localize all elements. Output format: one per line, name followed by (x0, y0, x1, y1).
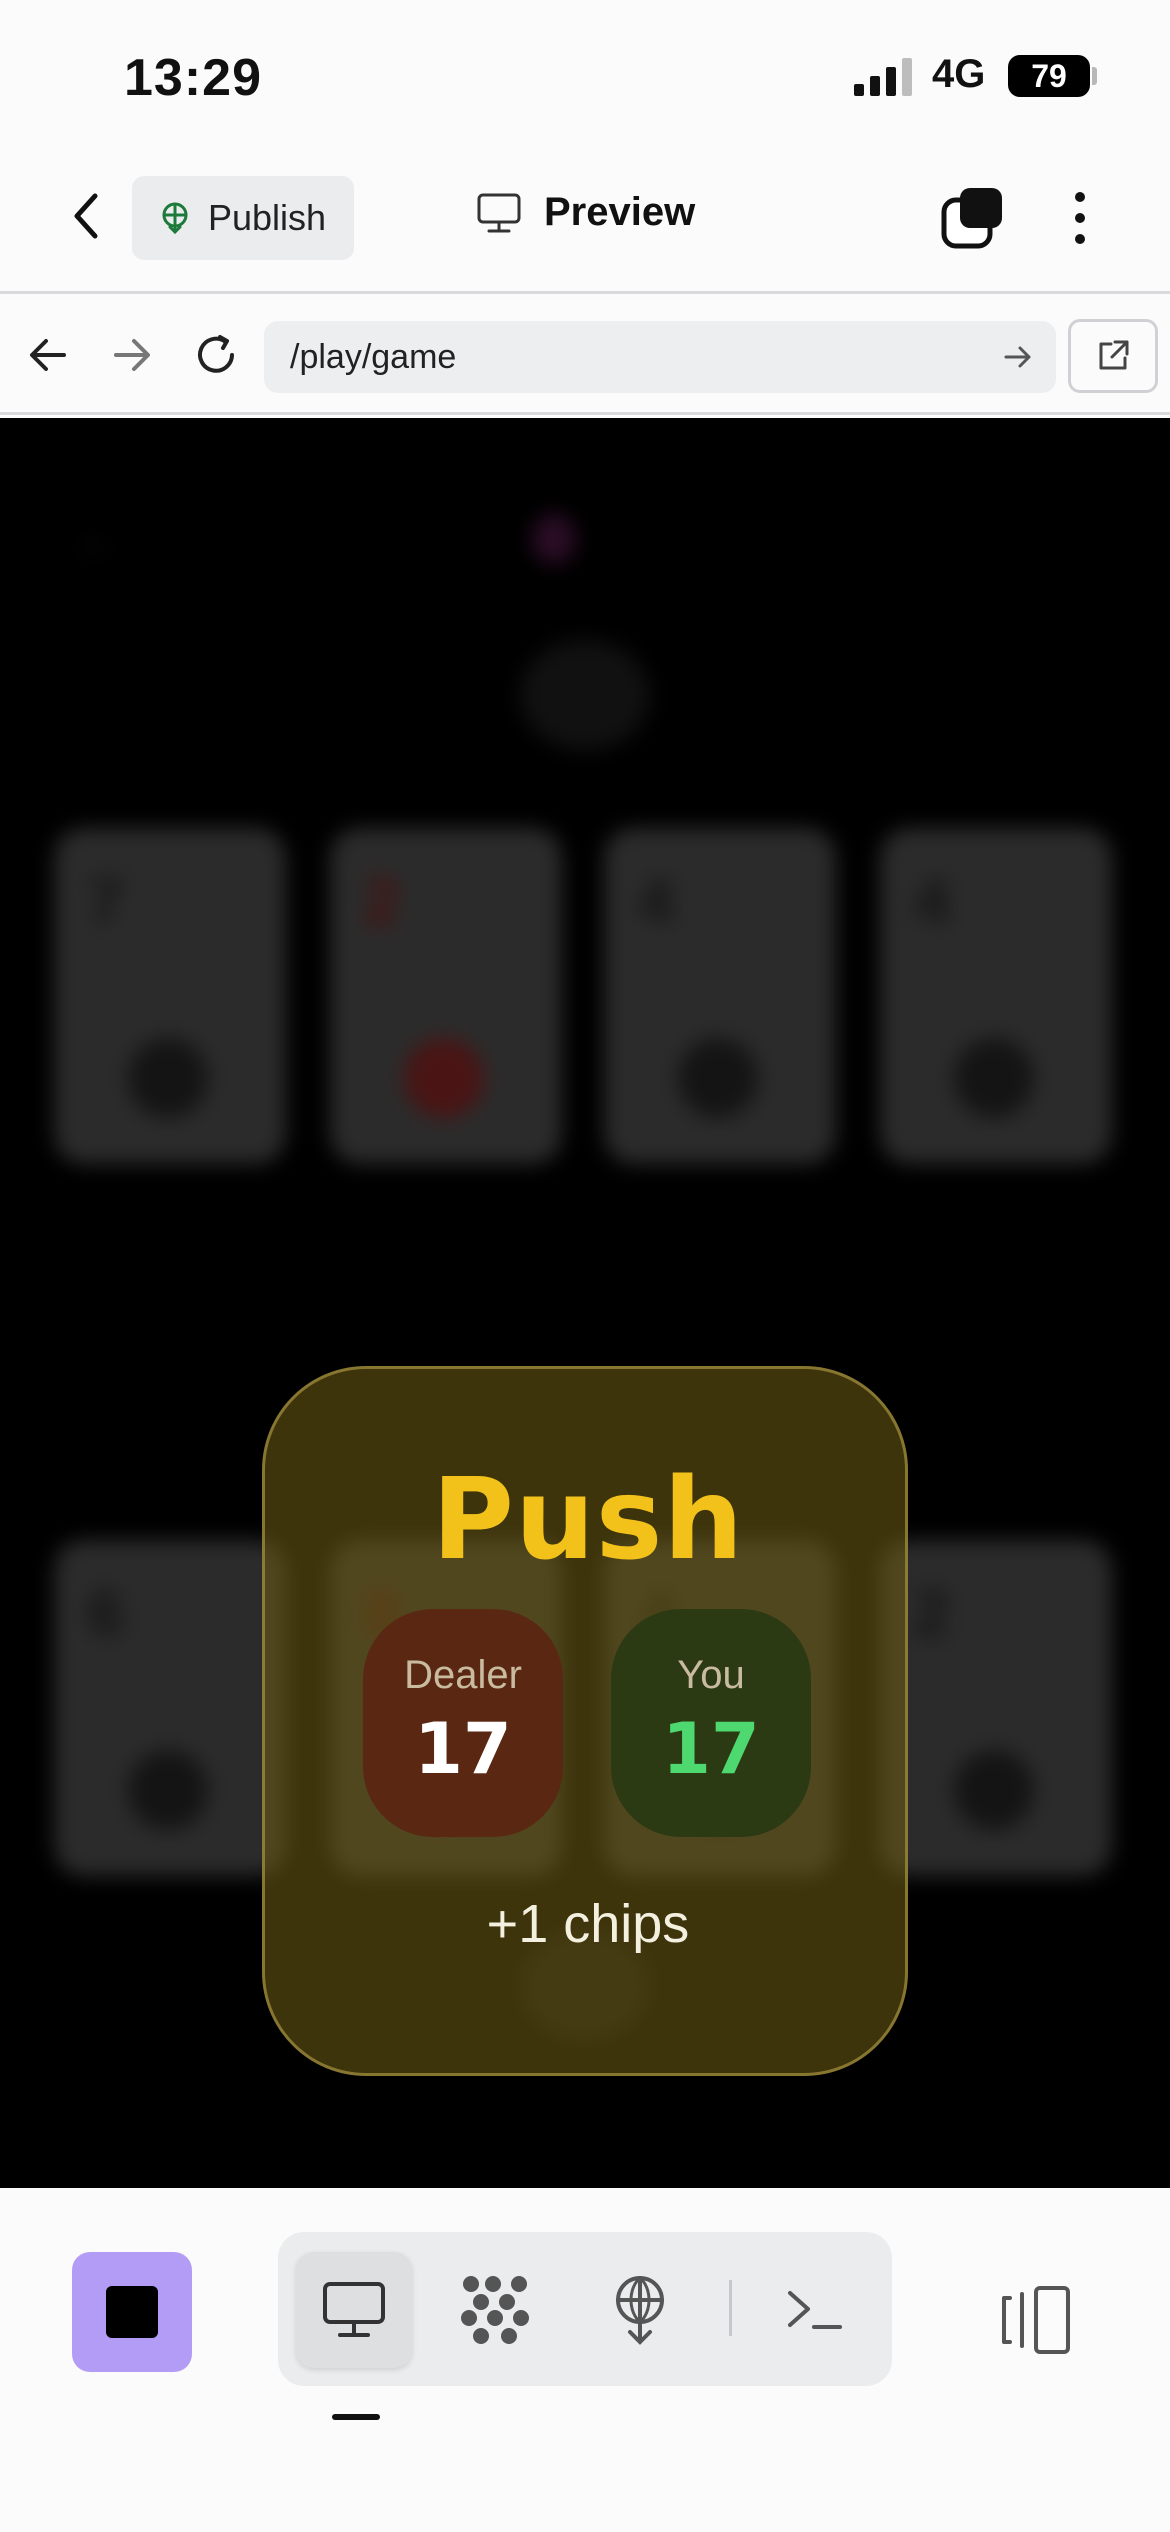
publish-tab[interactable] (582, 2252, 698, 2368)
go-arrow-icon[interactable] (1002, 341, 1034, 373)
dealer-score-label: Dealer (404, 1653, 522, 1697)
dealer-avatar (532, 514, 576, 564)
bottom-toolbar (0, 2188, 1170, 2532)
preview-title[interactable]: Preview (476, 190, 695, 235)
card-rank: 6 (88, 1577, 124, 1649)
playing-card: 4 (880, 828, 1112, 1164)
publish-button[interactable]: Publish (132, 176, 354, 260)
playing-card: 2 (330, 828, 562, 1164)
status-bar: 13:29 4G 79 (0, 0, 1170, 150)
playing-card: 7 (54, 828, 286, 1164)
result-modal: Push Dealer 17 You 17 +1 chips (262, 1366, 908, 2076)
canvas-tab[interactable] (438, 2252, 554, 2368)
player-score-box: You 17 (611, 1609, 811, 1837)
arrow-left-icon (30, 339, 66, 371)
tabs-icon[interactable] (940, 186, 1004, 250)
dot (1075, 213, 1085, 223)
active-tab-indicator (332, 2414, 380, 2420)
external-link-icon (1099, 340, 1129, 370)
url-text: /play/game (290, 337, 457, 376)
stop-icon (106, 2286, 158, 2338)
dot (1075, 234, 1085, 244)
playing-card: 6 (54, 1540, 286, 1876)
url-field[interactable]: /play/game (264, 321, 1056, 393)
playing-card: 4 (604, 828, 836, 1164)
battery-indicator: 79 (1008, 55, 1090, 97)
open-external-button[interactable] (1068, 319, 1158, 393)
dealer-chip (520, 640, 650, 750)
publish-label: Publish (208, 197, 327, 238)
game-back-link: ← (76, 518, 183, 562)
card-suit-icon (404, 1038, 484, 1118)
card-suit-icon (954, 1038, 1034, 1118)
card-rank: 2 (364, 865, 400, 937)
monitor-icon (477, 193, 521, 232)
result-title: Push (431, 1455, 745, 1585)
status-time: 13:29 (124, 49, 262, 107)
view-switcher (278, 2232, 892, 2386)
player-score-label: You (677, 1653, 745, 1697)
browser-forward-button[interactable] (104, 327, 160, 383)
browser-back-button[interactable] (20, 327, 76, 383)
browser-bar: /play/game (0, 297, 1170, 415)
preview-label: Preview (544, 190, 696, 234)
chevron-left-icon (74, 193, 98, 239)
reload-button[interactable] (188, 327, 244, 383)
card-suit-icon (128, 1750, 208, 1830)
publish-icon (616, 2276, 664, 2345)
card-suit-icon (128, 1038, 208, 1118)
dot (1075, 192, 1085, 202)
arrow-right-icon (114, 339, 150, 371)
card-rank: 2 (914, 1577, 950, 1649)
game-viewport: ← 7244 68A2 Push Dealer 17 You 17 +1 chi… (0, 418, 1170, 2188)
card-rank: 4 (914, 865, 950, 937)
battery-tip (1092, 67, 1097, 85)
terminal-tab[interactable] (756, 2252, 872, 2368)
app-header: Publish Preview (0, 150, 1170, 294)
monitor-icon (323, 2282, 385, 2337)
publish-icon (162, 202, 188, 235)
signal-icon (854, 58, 912, 96)
panel-icon[interactable] (996, 2278, 1080, 2362)
reload-icon (198, 335, 234, 373)
card-suit-icon (954, 1750, 1034, 1830)
preview-tab[interactable] (296, 2252, 412, 2368)
stop-button[interactable] (72, 2252, 192, 2372)
terminal-icon (788, 2291, 842, 2329)
dealer-score-box: Dealer 17 (363, 1609, 563, 1837)
segment-divider (729, 2280, 732, 2336)
player-score-value: 17 (662, 1708, 760, 1790)
network-type: 4G (932, 52, 986, 96)
scatter-icon (461, 2276, 529, 2344)
card-suit-icon (678, 1038, 758, 1118)
chips-result: +1 chips (486, 1894, 690, 1954)
playing-card: 2 (880, 1540, 1112, 1876)
card-rank: 7 (88, 865, 124, 937)
more-menu-button[interactable] (1056, 188, 1104, 248)
back-button[interactable] (56, 186, 116, 246)
card-rank: 4 (638, 865, 674, 937)
dealer-score-value: 17 (414, 1708, 512, 1790)
